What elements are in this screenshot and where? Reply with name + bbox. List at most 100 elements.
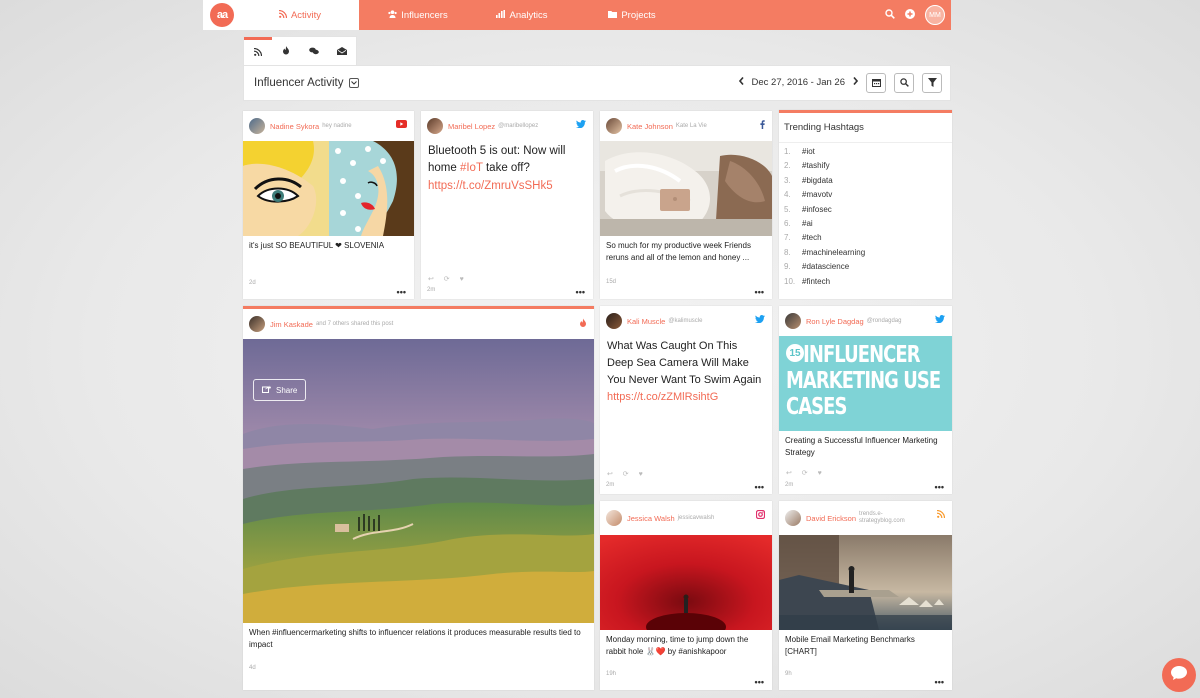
subtab-fire[interactable] (272, 37, 300, 67)
more-icon[interactable]: ••• (397, 287, 406, 297)
post-link[interactable]: https://t.co/zZMlRsihtG (607, 391, 718, 403)
filter-button[interactable] (922, 73, 942, 93)
more-icon[interactable]: ••• (755, 482, 764, 492)
share-button[interactable]: Share (253, 379, 307, 401)
activity-card[interactable]: Kate Johnson Kate La Vie So much for my … (600, 111, 772, 299)
user-avatar[interactable]: MM (925, 5, 945, 25)
activity-card[interactable]: Jim Kaskade and 7 others shared this pos… (243, 306, 594, 690)
post-image[interactable] (779, 535, 952, 630)
activity-card[interactable]: Kali Muscle @kalimuscle What Was Caught … (600, 306, 772, 494)
avatar[interactable] (249, 316, 265, 332)
facebook-icon[interactable] (760, 120, 765, 131)
post-image[interactable] (600, 141, 772, 236)
trending-item[interactable]: 7. #tech (784, 233, 947, 247)
post-actions[interactable]: ↩ ⟳ ♥ (428, 275, 468, 283)
trending-title: Trending Hashtags (779, 113, 952, 143)
instagram-icon[interactable] (755, 509, 766, 521)
post-link[interactable]: https://t.co/ZmruVsSHk5 (428, 180, 553, 192)
author-name[interactable]: Kate Johnson (627, 122, 673, 131)
share-icon (262, 385, 271, 395)
tab-projects[interactable]: Projects (567, 0, 697, 30)
activity-card[interactable]: Jessica Walsh jessicavwalsh Monday morni… (600, 501, 772, 690)
fire-icon[interactable] (579, 318, 587, 330)
more-icon[interactable]: ••• (935, 482, 944, 492)
avatar[interactable] (606, 313, 622, 329)
chevron-left-icon[interactable] (738, 76, 744, 88)
youtube-icon[interactable] (396, 120, 407, 130)
post-caption: Mobile Email Marketing Benchmarks [CHART… (785, 635, 915, 656)
calendar-button[interactable] (866, 73, 886, 93)
avatar[interactable] (785, 510, 801, 526)
activity-card[interactable]: Ron Lyle Dagdag @rondagdag 15 INFLUENCER… (779, 306, 952, 494)
logo-box[interactable]: aa (203, 0, 241, 30)
search-icon[interactable] (885, 8, 895, 22)
post-actions[interactable]: ↩ ⟳ ♥ (607, 470, 647, 478)
share-label: Share (276, 385, 298, 395)
trending-item[interactable]: 2. #tashify (784, 161, 947, 175)
trending-hashtag[interactable]: #bigdata (802, 176, 833, 190)
tab-analytics[interactable]: Analytics (477, 0, 567, 30)
tab-influencers[interactable]: Influencers (359, 0, 477, 30)
trending-hashtag[interactable]: #fintech (802, 277, 830, 291)
avatar[interactable] (606, 118, 622, 134)
trending-item[interactable]: 3. #bigdata (784, 176, 947, 190)
trending-hashtag[interactable]: #mavotv (802, 190, 832, 204)
trending-hashtag[interactable]: #tech (802, 233, 822, 247)
tab-activity[interactable]: Activity (241, 0, 359, 30)
more-icon[interactable]: ••• (755, 287, 764, 297)
author-name[interactable]: Maribel Lopez (448, 122, 495, 131)
hashtag-link[interactable]: #IoT (460, 162, 483, 174)
rss-icon[interactable] (936, 509, 946, 520)
date-range[interactable]: Dec 27, 2016 - Jan 26 (752, 77, 845, 88)
author-name[interactable]: Ron Lyle Dagdag (806, 317, 864, 326)
trending-item[interactable]: 4. #mavotv (784, 190, 947, 204)
trending-item[interactable]: 6. #ai (784, 219, 947, 233)
post-image[interactable]: 15 INFLUENCER MARKETING USE CASES (779, 336, 952, 431)
author-name[interactable]: Kali Muscle (627, 317, 665, 326)
trending-item[interactable]: 1. #iot (784, 147, 947, 161)
twitter-icon[interactable] (576, 120, 586, 130)
post-text: Bluetooth 5 is out: Now will home #IoT t… (421, 141, 593, 197)
trending-rank: 7. (784, 233, 791, 243)
more-icon[interactable]: ••• (755, 677, 764, 687)
trending-hashtag[interactable]: #datascience (802, 262, 849, 276)
trending-hashtag[interactable]: #machinelearning (802, 248, 865, 262)
search-button[interactable] (894, 73, 914, 93)
more-icon[interactable]: ••• (576, 287, 585, 297)
post-image[interactable] (243, 141, 414, 236)
avatar[interactable] (606, 510, 622, 526)
author-name[interactable]: Nadine Sykora (270, 122, 319, 131)
trending-item[interactable]: 8. #machinelearning (784, 248, 947, 262)
twitter-icon[interactable] (935, 315, 945, 325)
avatar[interactable] (427, 118, 443, 134)
logo[interactable]: aa (210, 3, 234, 27)
trending-hashtag[interactable]: #iot (802, 147, 815, 161)
subtab-rss[interactable] (244, 37, 272, 67)
avatar[interactable] (785, 313, 801, 329)
trending-hashtag[interactable]: #tashify (802, 161, 830, 175)
trending-item[interactable]: 9. #datascience (784, 262, 947, 276)
subtab-comments[interactable] (300, 37, 328, 67)
chat-button[interactable] (1162, 658, 1196, 692)
chevron-down-icon[interactable] (349, 78, 360, 88)
author-name[interactable]: Jessica Walsh (627, 514, 675, 523)
chevron-right-icon[interactable] (853, 76, 859, 88)
avatar[interactable] (249, 118, 265, 134)
trending-hashtag[interactable]: #infosec (802, 205, 832, 219)
more-icon[interactable]: ••• (935, 677, 944, 687)
author-name[interactable]: David Erickson (806, 514, 856, 523)
activity-card[interactable]: David Erickson trends.e-strategyblog.com (779, 501, 952, 690)
activity-card[interactable]: Nadine Sykora hey nadine it's just SO BE… (243, 111, 414, 299)
trending-item[interactable]: 10. #fintech (784, 277, 947, 291)
trending-item[interactable]: 5. #infosec (784, 205, 947, 219)
add-icon[interactable] (905, 8, 915, 22)
author-name[interactable]: Jim Kaskade (270, 320, 313, 329)
activity-header: Influencer Activity Dec 27, 2016 - Jan 2… (243, 65, 951, 101)
activity-card[interactable]: Maribel Lopez @maribellopez Bluetooth 5 … (421, 111, 593, 299)
subtab-envelope[interactable] (328, 37, 356, 67)
post-actions[interactable]: ↩ ⟳ ♥ (786, 469, 826, 477)
post-image[interactable] (600, 535, 772, 630)
trending-hashtag[interactable]: #ai (802, 219, 813, 233)
date-range-picker: Dec 27, 2016 - Jan 26 (738, 76, 859, 88)
twitter-icon[interactable] (755, 315, 765, 325)
